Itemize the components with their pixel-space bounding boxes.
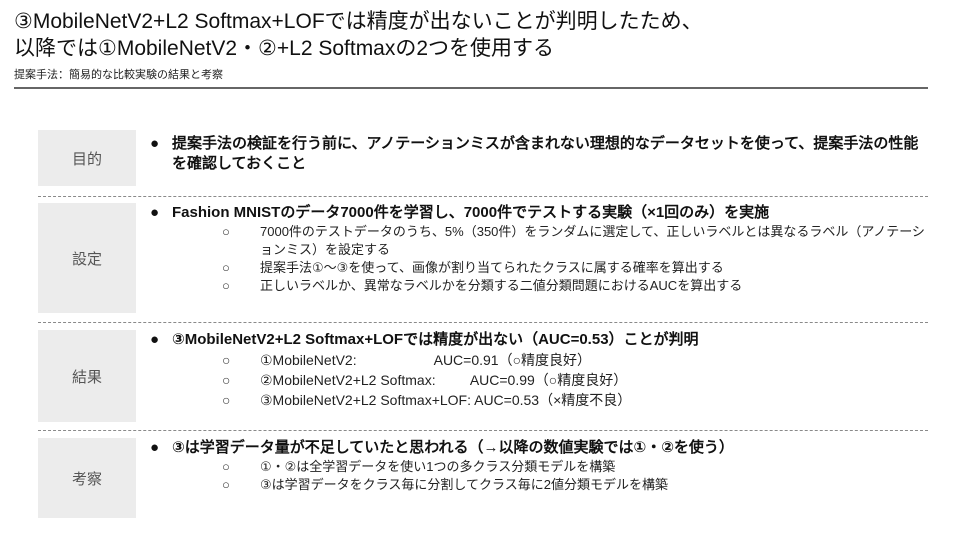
sub-bullet: ○ ③は学習データをクラス毎に分割してクラス毎に2値分類モデルを構築 — [150, 476, 930, 494]
sub-bullet: ○ ③MobileNetV2+L2 Softmax+LOF: AUC=0.53（… — [150, 390, 930, 410]
sub-bullet-icon: ○ — [222, 224, 230, 239]
main-bullet-text: Fashion MNISTのデータ7000件を学習し、7000件でテストする実験… — [172, 204, 770, 221]
sub-bullet-text: ②MobileNetV2+L2 Softmax: AUC=0.99（○精度良好） — [260, 372, 628, 388]
main-bullet-text: ③MobileNetV2+L2 Softmax+LOFでは精度が出ない（AUC=… — [172, 331, 699, 348]
section-content-setting: ● Fashion MNISTのデータ7000件を学習し、7000件でテストする… — [150, 203, 930, 295]
sub-bullet: ○ 正しいラベルか、異常なラベルかを分類する二値分類問題におけるAUCを算出する — [150, 277, 930, 295]
sub-bullet: ○ ②MobileNetV2+L2 Softmax: AUC=0.99（○精度良… — [150, 370, 930, 390]
sub-bullet-text: ①MobileNetV2: AUC=0.91（○精度良好） — [260, 352, 592, 368]
section-separator — [38, 430, 928, 431]
sub-bullet: ○ ①MobileNetV2: AUC=0.91（○精度良好） — [150, 350, 930, 370]
title-divider — [14, 87, 928, 89]
section-separator — [38, 196, 928, 197]
title-line-1: ③MobileNetV2+L2 Softmax+LOFでは精度が出ないことが判明… — [14, 10, 703, 33]
sub-bullet-text: 提案手法①〜③を使って、画像が割り当てられたクラスに属する確率を算出する — [260, 260, 724, 275]
bullet-icon: ● — [150, 439, 160, 456]
section-discussion: 考察 ● ③は学習データ量が不足していたと思われる（→以降の数値実験では①・②を… — [38, 438, 928, 518]
page-title: ③MobileNetV2+L2 Softmax+LOFでは精度が出ないことが判明… — [14, 8, 703, 62]
section-content-discussion: ● ③は学習データ量が不足していたと思われる（→以降の数値実験では①・②を使う）… — [150, 438, 930, 494]
sub-bullet: ○ ①・②は全学習データを使い1つの多クラス分類モデルを構築 — [150, 458, 930, 476]
bullet-icon: ● — [150, 204, 160, 221]
sub-bullet-text: ③は学習データをクラス毎に分割してクラス毎に2値分類モデルを構築 — [260, 477, 668, 492]
section-label-setting: 設定 — [38, 203, 136, 313]
sub-bullet-text: ③MobileNetV2+L2 Softmax+LOF: AUC=0.53（×精… — [260, 392, 632, 408]
main-bullet-text: ③は学習データ量が不足していたと思われる（→以降の数値実験では①・②を使う） — [172, 439, 734, 456]
page-subtitle: 提案手法：簡易的な比較実験の結果と考察 — [14, 69, 223, 81]
section-label-result: 結果 — [38, 330, 136, 422]
title-line-2: 以降では①MobileNetV2・②+L2 Softmaxの2つを使用する — [14, 37, 555, 60]
sub-bullet-icon: ○ — [222, 392, 231, 408]
main-bullet: ● ③は学習データ量が不足していたと思われる（→以降の数値実験では①・②を使う） — [150, 438, 930, 458]
section-label-purpose: 目的 — [38, 130, 136, 186]
main-bullet: ● Fashion MNISTのデータ7000件を学習し、7000件でテストする… — [150, 203, 930, 223]
sub-bullet-text: ①・②は全学習データを使い1つの多クラス分類モデルを構築 — [260, 459, 616, 474]
section-content-purpose: ● 提案手法の検証を行う前に、アノテーションミスが含まれない理想的なデータセット… — [150, 134, 930, 174]
section-purpose: 目的 ● 提案手法の検証を行う前に、アノテーションミスが含まれない理想的なデータ… — [38, 130, 928, 186]
bullet-icon: ● — [150, 331, 160, 348]
sub-bullet-text: 7000件のテストデータのうち、5%（350件）をランダムに選定して、正しいラベ… — [260, 224, 925, 257]
sub-bullet: ○ 提案手法①〜③を使って、画像が割り当てられたクラスに属する確率を算出する — [150, 259, 930, 277]
section-label-discussion: 考察 — [38, 438, 136, 518]
section-content-result: ● ③MobileNetV2+L2 Softmax+LOFでは精度が出ない（AU… — [150, 330, 930, 410]
sub-bullet: ○ 7000件のテストデータのうち、5%（350件）をランダムに選定して、正しい… — [150, 223, 930, 259]
main-bullet-text: 提案手法の検証を行う前に、アノテーションミスが含まれない理想的なデータセットを使… — [172, 135, 919, 172]
sub-bullet-icon: ○ — [222, 372, 231, 388]
section-separator — [38, 322, 928, 323]
sub-bullet-icon: ○ — [222, 477, 230, 492]
main-bullet: ● ③MobileNetV2+L2 Softmax+LOFでは精度が出ない（AU… — [150, 330, 930, 350]
bullet-icon: ● — [150, 135, 160, 152]
sub-bullet-icon: ○ — [222, 260, 230, 275]
sub-bullet-icon: ○ — [222, 459, 230, 474]
section-setting: 設定 ● Fashion MNISTのデータ7000件を学習し、7000件でテス… — [38, 203, 928, 313]
main-bullet: ● 提案手法の検証を行う前に、アノテーションミスが含まれない理想的なデータセット… — [150, 134, 930, 174]
sub-bullet-icon: ○ — [222, 352, 231, 368]
sub-bullet-text: 正しいラベルか、異常なラベルかを分類する二値分類問題におけるAUCを算出する — [260, 278, 743, 293]
section-result: 結果 ● ③MobileNetV2+L2 Softmax+LOFでは精度が出ない… — [38, 330, 928, 422]
sub-bullet-icon: ○ — [222, 278, 230, 293]
